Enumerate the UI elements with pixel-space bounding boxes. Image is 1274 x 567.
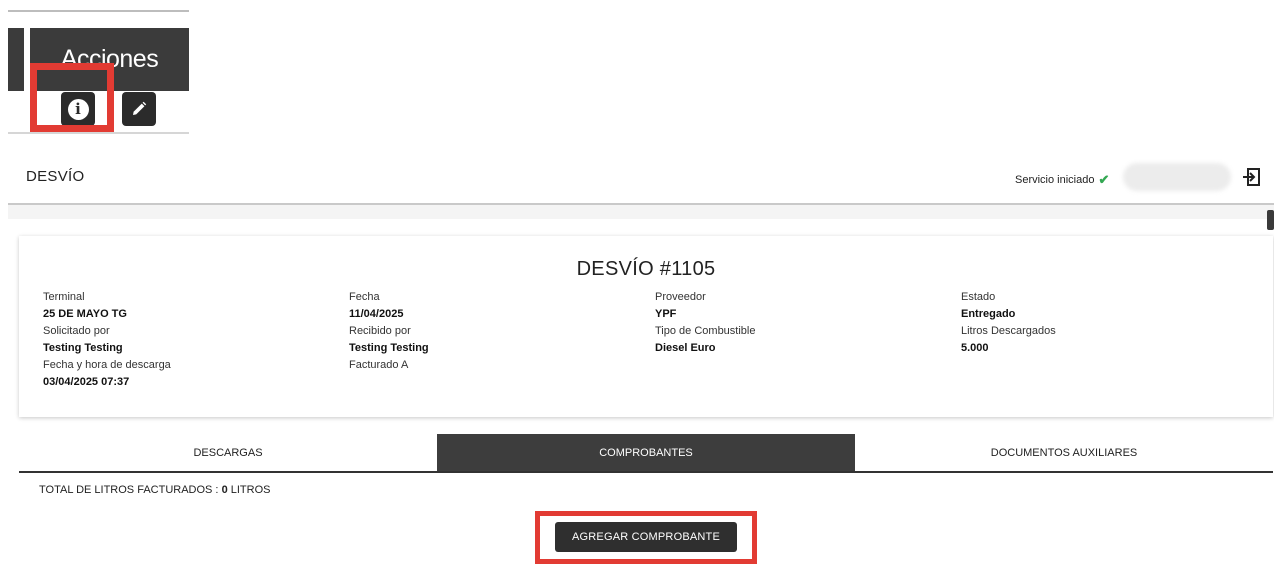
solicitado-label: Solicitado por [43,325,110,337]
column-header-stub [8,28,24,91]
estado-value: Entregado [961,308,1016,320]
facturado-label: Facturado A [349,359,409,371]
descarga-label: Fecha y hora de descarga [43,359,171,371]
user-name-blurred[interactable] [1123,163,1231,191]
terminal-label: Terminal [43,291,85,303]
check-icon: ✔ [1098,172,1110,187]
detail-column-4: Estado Entregado Litros Descargados 5.00… [961,289,1056,357]
recibido-label: Recibido por [349,325,411,337]
edit-button[interactable] [122,92,156,126]
descarga-value: 03/04/2025 07:37 [43,376,130,388]
fecha-label: Fecha [349,291,380,303]
scrollbar-thumb[interactable] [1267,210,1274,230]
desvio-title: DESVÍO #1105 [576,258,716,280]
detail-column-2: Fecha 11/04/2025 Recibido por Testing Te… [349,289,429,374]
litros-value: 5.000 [961,342,989,354]
pencil-icon [133,101,147,115]
detail-column-1: Terminal 25 DE MAYO TG Solicitado por Te… [43,289,171,391]
tab-documentos-auxiliares[interactable]: DOCUMENTOS AUXILIARES [855,434,1273,471]
header-shade [8,205,1274,219]
highlight-box-info [30,63,114,132]
fecha-value: 11/04/2025 [349,308,404,320]
total-litros-label: TOTAL DE LITROS FACTURADOS : [39,484,219,496]
divider [8,132,189,134]
solicitado-value: Testing Testing [43,342,123,354]
service-status: Servicio iniciado ✔ [1015,172,1109,188]
service-status-label: Servicio iniciado [1015,174,1095,186]
logout-icon[interactable] [1241,166,1261,188]
detail-tabs: DESCARGAS COMPROBANTES DOCUMENTOS AUXILI… [19,434,1273,471]
litros-label: Litros Descargados [961,325,1056,337]
detail-column-3: Proveedor YPF Tipo de Combustible Diesel… [655,289,755,357]
highlight-box-add [535,511,757,564]
total-litros-facturados: TOTAL DE LITROS FACTURADOS : 0 LITROS [39,484,270,496]
proveedor-value: YPF [655,308,677,320]
page-title: DESVÍO [26,168,85,185]
estado-label: Estado [961,291,996,303]
desvio-detail-card: DESVÍO #1105 Terminal 25 DE MAYO TG Soli… [19,236,1273,417]
tab-comprobantes[interactable]: COMPROBANTES [437,434,855,471]
combustible-value: Diesel Euro [655,342,716,354]
tabs-underline [19,471,1273,473]
recibido-value: Testing Testing [349,342,429,354]
tab-descargas[interactable]: DESCARGAS [19,434,437,471]
terminal-value: 25 DE MAYO TG [43,308,127,320]
proveedor-label: Proveedor [655,291,706,303]
total-litros-value: 0 [221,484,228,496]
divider [8,10,189,12]
combustible-label: Tipo de Combustible [655,325,756,337]
total-litros-unit: LITROS [230,484,271,496]
